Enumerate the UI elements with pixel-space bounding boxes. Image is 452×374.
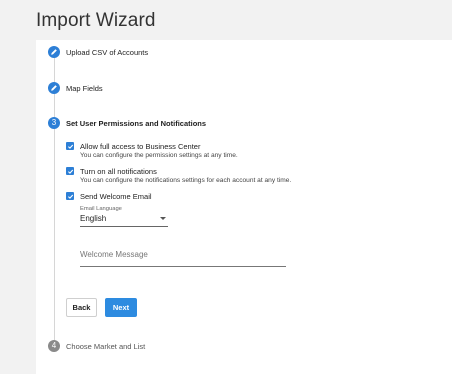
next-button[interactable]: Next bbox=[105, 298, 137, 317]
step-connector-line bbox=[54, 52, 55, 352]
page-title: Import Wizard bbox=[36, 10, 156, 31]
checkmark-icon bbox=[67, 169, 73, 174]
caret-down-icon bbox=[160, 217, 166, 220]
allow-full-access-help: You can configure the permission setting… bbox=[80, 152, 238, 159]
step-1-label[interactable]: Upload CSV of Accounts bbox=[66, 48, 148, 57]
checkmark-icon bbox=[67, 144, 73, 149]
turn-on-notifications-help: You can configure the notifications sett… bbox=[80, 177, 292, 184]
step-4-label[interactable]: Choose Market and List bbox=[66, 342, 145, 351]
allow-full-access-checkbox[interactable] bbox=[66, 142, 74, 150]
checkmark-icon bbox=[67, 194, 73, 199]
email-language-value: English bbox=[80, 214, 107, 223]
allow-full-access-label: Allow full access to Business Center bbox=[80, 142, 201, 151]
step-3-label: Set User Permissions and Notifications bbox=[66, 119, 207, 128]
step-2-pencil-icon[interactable] bbox=[48, 82, 60, 94]
step-3-number-badge: 3 bbox=[48, 117, 60, 129]
email-language-select[interactable]: English bbox=[80, 212, 168, 227]
step-1-pencil-icon[interactable] bbox=[48, 46, 60, 58]
welcome-message-input[interactable] bbox=[80, 242, 286, 267]
turn-on-notifications-checkbox[interactable] bbox=[66, 167, 74, 175]
step-4-number-badge: 4 bbox=[48, 340, 60, 352]
back-button[interactable]: Back bbox=[66, 298, 97, 317]
send-welcome-email-label: Send Welcome Email bbox=[80, 192, 152, 201]
step-2-label[interactable]: Map Fields bbox=[66, 84, 103, 93]
send-welcome-email-checkbox[interactable] bbox=[66, 192, 74, 200]
turn-on-notifications-label: Turn on all notifications bbox=[80, 167, 157, 176]
